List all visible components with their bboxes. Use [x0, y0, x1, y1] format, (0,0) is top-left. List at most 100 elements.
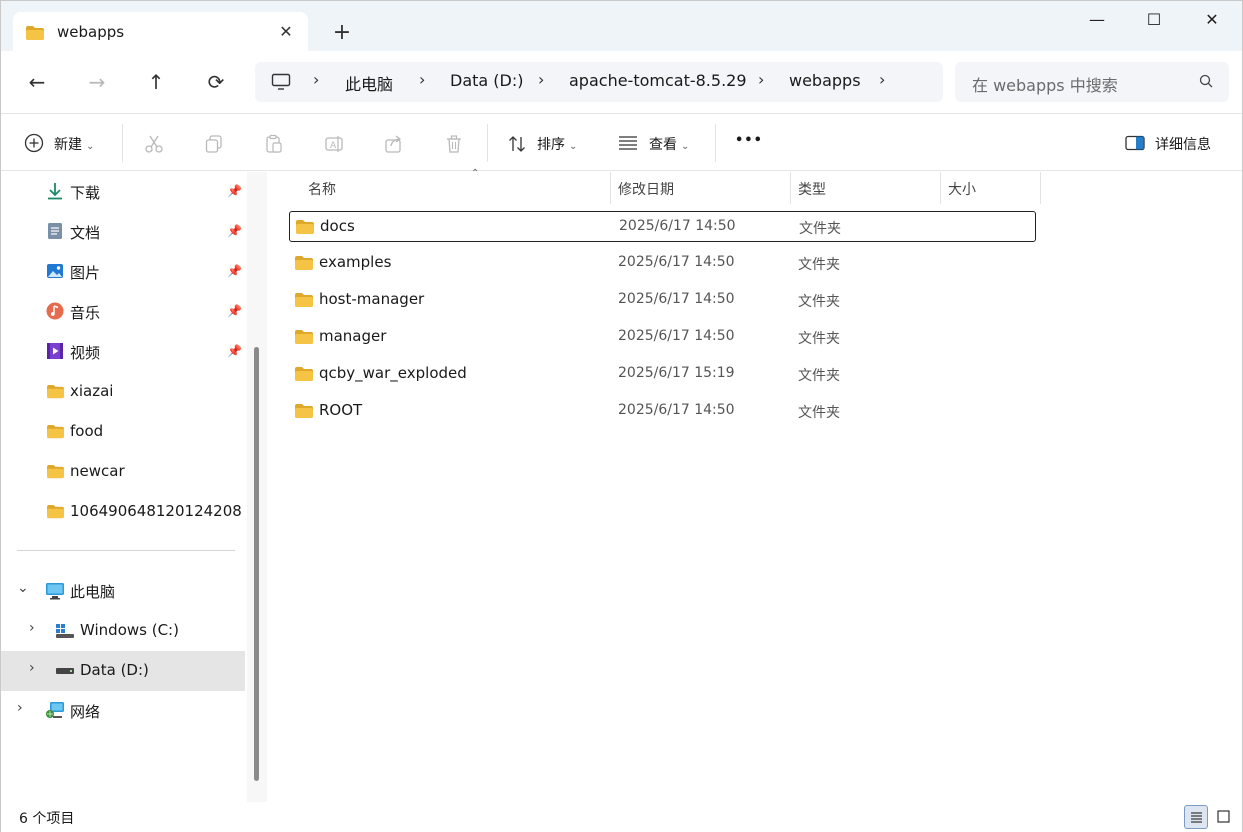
refresh-button[interactable]: ⟳	[199, 67, 233, 97]
more-options-button[interactable]: •••	[735, 133, 763, 148]
chevron-right-icon[interactable]: ›	[17, 700, 23, 716]
sort-button[interactable]: 排序 ⌄	[537, 134, 577, 154]
paste-icon[interactable]	[264, 134, 284, 154]
column-label: 类型	[798, 182, 826, 198]
sidebar-item-newcar[interactable]: newcar	[1, 452, 245, 492]
details-view-button[interactable]	[1184, 805, 1208, 829]
sidebar-item-videos[interactable]: 视频 📌	[1, 332, 245, 372]
sidebar-item-documents[interactable]: 文档 📌	[1, 212, 245, 252]
breadcrumb-webapps[interactable]: webapps	[789, 71, 861, 90]
command-bar: 新建 ⌄ A 排序 ⌄ 查看 ⌄ ••• 详细信息	[1, 113, 1242, 171]
file-name: manager	[319, 327, 387, 345]
plus-circle-icon	[24, 133, 44, 153]
copy-icon[interactable]	[204, 134, 224, 154]
pin-icon: 📌	[227, 224, 242, 238]
file-explorer-window: webapps ✕ + — ☐ ✕ ← → ↑ ⟳ › 此电脑 › Data (…	[0, 0, 1243, 832]
view-button[interactable]: 查看 ⌄	[649, 134, 689, 154]
column-label: 名称	[308, 182, 336, 198]
sidebar-item-downloads[interactable]: 下载 📌	[1, 172, 245, 212]
table-row[interactable]: qcby_war_exploded 2025/6/17 15:19 文件夹	[289, 359, 1036, 390]
delete-icon[interactable]	[444, 134, 464, 154]
chevron-down-icon: ⌄	[681, 141, 690, 152]
table-row[interactable]: manager 2025/6/17 14:50 文件夹	[289, 322, 1036, 353]
chevron-right-icon: ›	[758, 70, 765, 89]
chevron-right-icon[interactable]: ›	[29, 620, 35, 636]
sidebar-scrollbar-thumb[interactable]	[254, 347, 259, 781]
sidebar-item-windows-c[interactable]: › Windows (C:)	[1, 611, 245, 651]
column-header-modified[interactable]: 修改日期	[611, 172, 790, 204]
sidebar-item-network[interactable]: › 网络	[1, 691, 245, 731]
details-pane-icon	[1125, 135, 1145, 151]
table-row[interactable]: docs 2025/6/17 14:50 文件夹	[289, 211, 1036, 242]
table-row[interactable]: host-manager 2025/6/17 14:50 文件夹	[289, 285, 1036, 316]
up-button[interactable]: ↑	[139, 67, 173, 97]
breadcrumb-tomcat[interactable]: apache-tomcat-8.5.29	[569, 71, 747, 90]
sidebar-item-numbered-folder[interactable]: 106490648120124208	[1, 492, 245, 532]
sidebar-item-label: 网络	[70, 703, 101, 721]
file-type: 文件夹	[798, 257, 840, 273]
sort-icon	[509, 136, 525, 152]
sort-ascending-icon: ⌃	[471, 168, 480, 179]
sidebar-item-xiazai[interactable]: xiazai	[1, 372, 245, 412]
file-type: 文件夹	[798, 294, 840, 310]
forward-button[interactable]: →	[80, 67, 114, 97]
videos-icon	[47, 343, 63, 359]
rename-icon[interactable]: A	[324, 134, 344, 154]
pin-icon: 📌	[227, 344, 242, 358]
table-row[interactable]: examples 2025/6/17 14:50 文件夹	[289, 248, 1036, 279]
details-view-icon	[1191, 812, 1202, 823]
tab-webapps[interactable]: webapps ✕	[13, 12, 308, 51]
network-icon	[46, 702, 64, 718]
toolbar-divider	[122, 124, 123, 162]
column-header-size[interactable]: 大小	[941, 172, 1040, 204]
search-input[interactable]: 在 webapps 中搜索	[972, 72, 1118, 96]
new-button[interactable]: 新建 ⌄	[54, 134, 94, 154]
chevron-right-icon[interactable]: ›	[879, 70, 885, 89]
folder-icon	[26, 26, 44, 40]
sidebar-item-food[interactable]: food	[1, 412, 245, 452]
address-bar[interactable]: › 此电脑 › Data (D:) › apache-tomcat-8.5.29…	[255, 62, 943, 102]
close-window-button[interactable]: ✕	[1183, 1, 1241, 39]
item-count: 6 个项目	[19, 811, 75, 827]
sidebar-divider	[17, 550, 235, 551]
file-name: qcby_war_exploded	[319, 364, 467, 382]
share-icon[interactable]	[384, 134, 404, 154]
toolbar-divider	[715, 124, 716, 162]
sidebar-item-label: Data (D:)	[80, 661, 149, 679]
tiles-view-button[interactable]	[1212, 805, 1236, 829]
maximize-button[interactable]: ☐	[1125, 1, 1183, 39]
chevron-right-icon[interactable]: ›	[29, 660, 35, 676]
sidebar-item-this-pc[interactable]: ⌄ 此电脑	[1, 571, 245, 611]
folder-icon	[295, 256, 313, 270]
breadcrumb-data-drive[interactable]: Data (D:)	[450, 71, 523, 90]
close-tab-icon[interactable]: ✕	[275, 21, 297, 43]
file-name: ROOT	[319, 401, 363, 419]
file-modified: 2025/6/17 14:50	[618, 328, 735, 344]
search-icon	[1199, 74, 1213, 88]
details-button[interactable]: 详细信息	[1155, 134, 1211, 154]
column-header-name[interactable]: ⌃ 名称	[289, 168, 610, 204]
sidebar-item-music[interactable]: 音乐 📌	[1, 292, 245, 332]
file-name: examples	[319, 253, 392, 271]
column-divider[interactable]	[1040, 172, 1041, 204]
breadcrumb-this-pc[interactable]: 此电脑	[345, 71, 393, 95]
folder-icon	[296, 220, 314, 234]
sidebar-item-data-d[interactable]: › Data (D:)	[1, 651, 245, 691]
back-button[interactable]: ←	[20, 67, 54, 97]
file-name: docs	[320, 217, 355, 235]
sidebar-item-label: 视频	[70, 344, 101, 362]
navigation-pane: 下载 📌 文档 📌 图片 📌 音乐 📌 视频 📌 xiazai food new…	[1, 172, 267, 802]
cut-icon[interactable]	[144, 134, 164, 154]
view-button-label: 查看	[649, 137, 677, 153]
minimize-button[interactable]: —	[1068, 1, 1126, 39]
sidebar-item-label: 文档	[70, 224, 101, 242]
column-label: 修改日期	[618, 182, 674, 198]
sidebar-item-label: 下载	[70, 184, 101, 202]
new-tab-button[interactable]: +	[327, 19, 357, 47]
search-box[interactable]: 在 webapps 中搜索	[955, 62, 1229, 102]
chevron-down-icon[interactable]: ⌄	[17, 580, 29, 596]
sidebar-item-pictures[interactable]: 图片 📌	[1, 252, 245, 292]
table-row[interactable]: ROOT 2025/6/17 14:50 文件夹	[289, 396, 1036, 427]
pin-icon: 📌	[227, 264, 242, 278]
column-header-type[interactable]: 类型	[791, 172, 940, 204]
